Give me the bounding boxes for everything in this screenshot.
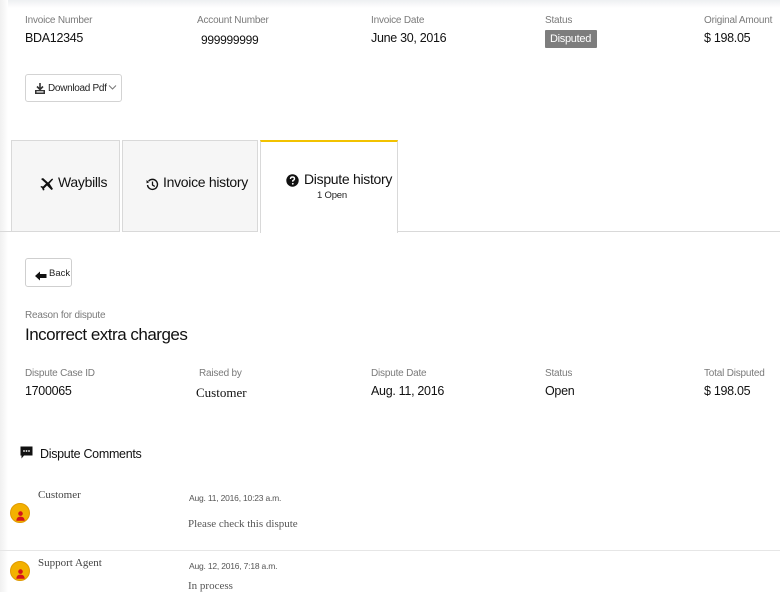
reason-label: Reason for dispute [25, 310, 106, 321]
dispute-case-id-label: Dispute Case ID [25, 368, 95, 379]
top-shadow [0, 0, 780, 8]
comment-icon [20, 446, 33, 464]
user-icon [16, 566, 25, 584]
dispute-reason: Incorrect extra charges [25, 325, 188, 344]
dispute-status: Open [545, 384, 575, 398]
tab-divider [0, 231, 11, 232]
comment-author: Support Agent [38, 557, 102, 569]
left-shadow [0, 0, 8, 592]
question-circle-icon [286, 174, 299, 192]
status-badge: Disputed [545, 29, 598, 48]
tab-invoice-history-label: Invoice history [163, 174, 248, 190]
comment-text: In process [188, 580, 233, 592]
comment-text: Please check this dispute [188, 518, 298, 530]
user-icon [16, 508, 25, 526]
total-disputed: $ 198.05 [704, 384, 751, 398]
tab-dispute-history-label: Dispute history [304, 171, 393, 187]
tab-divider [398, 231, 780, 232]
account-number-label: Account Number [197, 15, 269, 26]
download-pdf-button[interactable]: Download Pdf [25, 74, 122, 102]
download-icon [34, 82, 46, 100]
original-amount-label: Original Amount [704, 15, 773, 26]
dispute-status-label: Status [545, 368, 573, 379]
original-amount: $ 198.05 [704, 31, 751, 45]
tab-waybills[interactable]: Waybills [11, 140, 120, 232]
avatar [10, 503, 30, 523]
raised-by-label: Raised by [199, 368, 242, 379]
comment-timestamp: Aug. 11, 2016, 10:23 a.m. [189, 493, 282, 503]
comment-timestamp: Aug. 12, 2016, 7:18 a.m. [189, 561, 278, 571]
comment-author: Customer [38, 489, 81, 501]
download-pdf-label: Download Pdf [48, 83, 107, 94]
invoice-number-label: Invoice Number [25, 15, 93, 26]
account-number: 999999999 [201, 33, 259, 47]
tab-dispute-history-count: 1 Open [317, 190, 347, 201]
comment-divider [0, 550, 780, 551]
invoice-date-label: Invoice Date [371, 15, 425, 26]
dispute-date-label: Dispute Date [371, 368, 427, 379]
invoice-number: BDA12345 [25, 31, 84, 45]
dispute-case-id: 1700065 [25, 384, 72, 398]
status-label: Status [545, 15, 573, 26]
dispute-date: Aug. 11, 2016 [371, 384, 445, 398]
back-button-label: Back [49, 268, 71, 279]
tab-waybills-label: Waybills [58, 174, 108, 190]
plane-icon [40, 177, 54, 196]
raised-by: Customer [196, 385, 247, 400]
chevron-down-icon [108, 83, 117, 93]
tab-invoice-history[interactable]: Invoice history [122, 140, 258, 232]
avatar [10, 561, 30, 581]
history-icon [146, 178, 159, 196]
invoice-date: June 30, 2016 [371, 31, 447, 45]
tab-dispute-history[interactable]: Dispute history 1 Open [260, 140, 398, 233]
back-button[interactable]: Back [25, 258, 72, 287]
total-disputed-label: Total Disputed [704, 368, 765, 379]
arrow-left-icon [35, 268, 47, 286]
dispute-comments-heading: Dispute Comments [40, 447, 142, 461]
status-badge-text: Disputed [545, 30, 598, 48]
